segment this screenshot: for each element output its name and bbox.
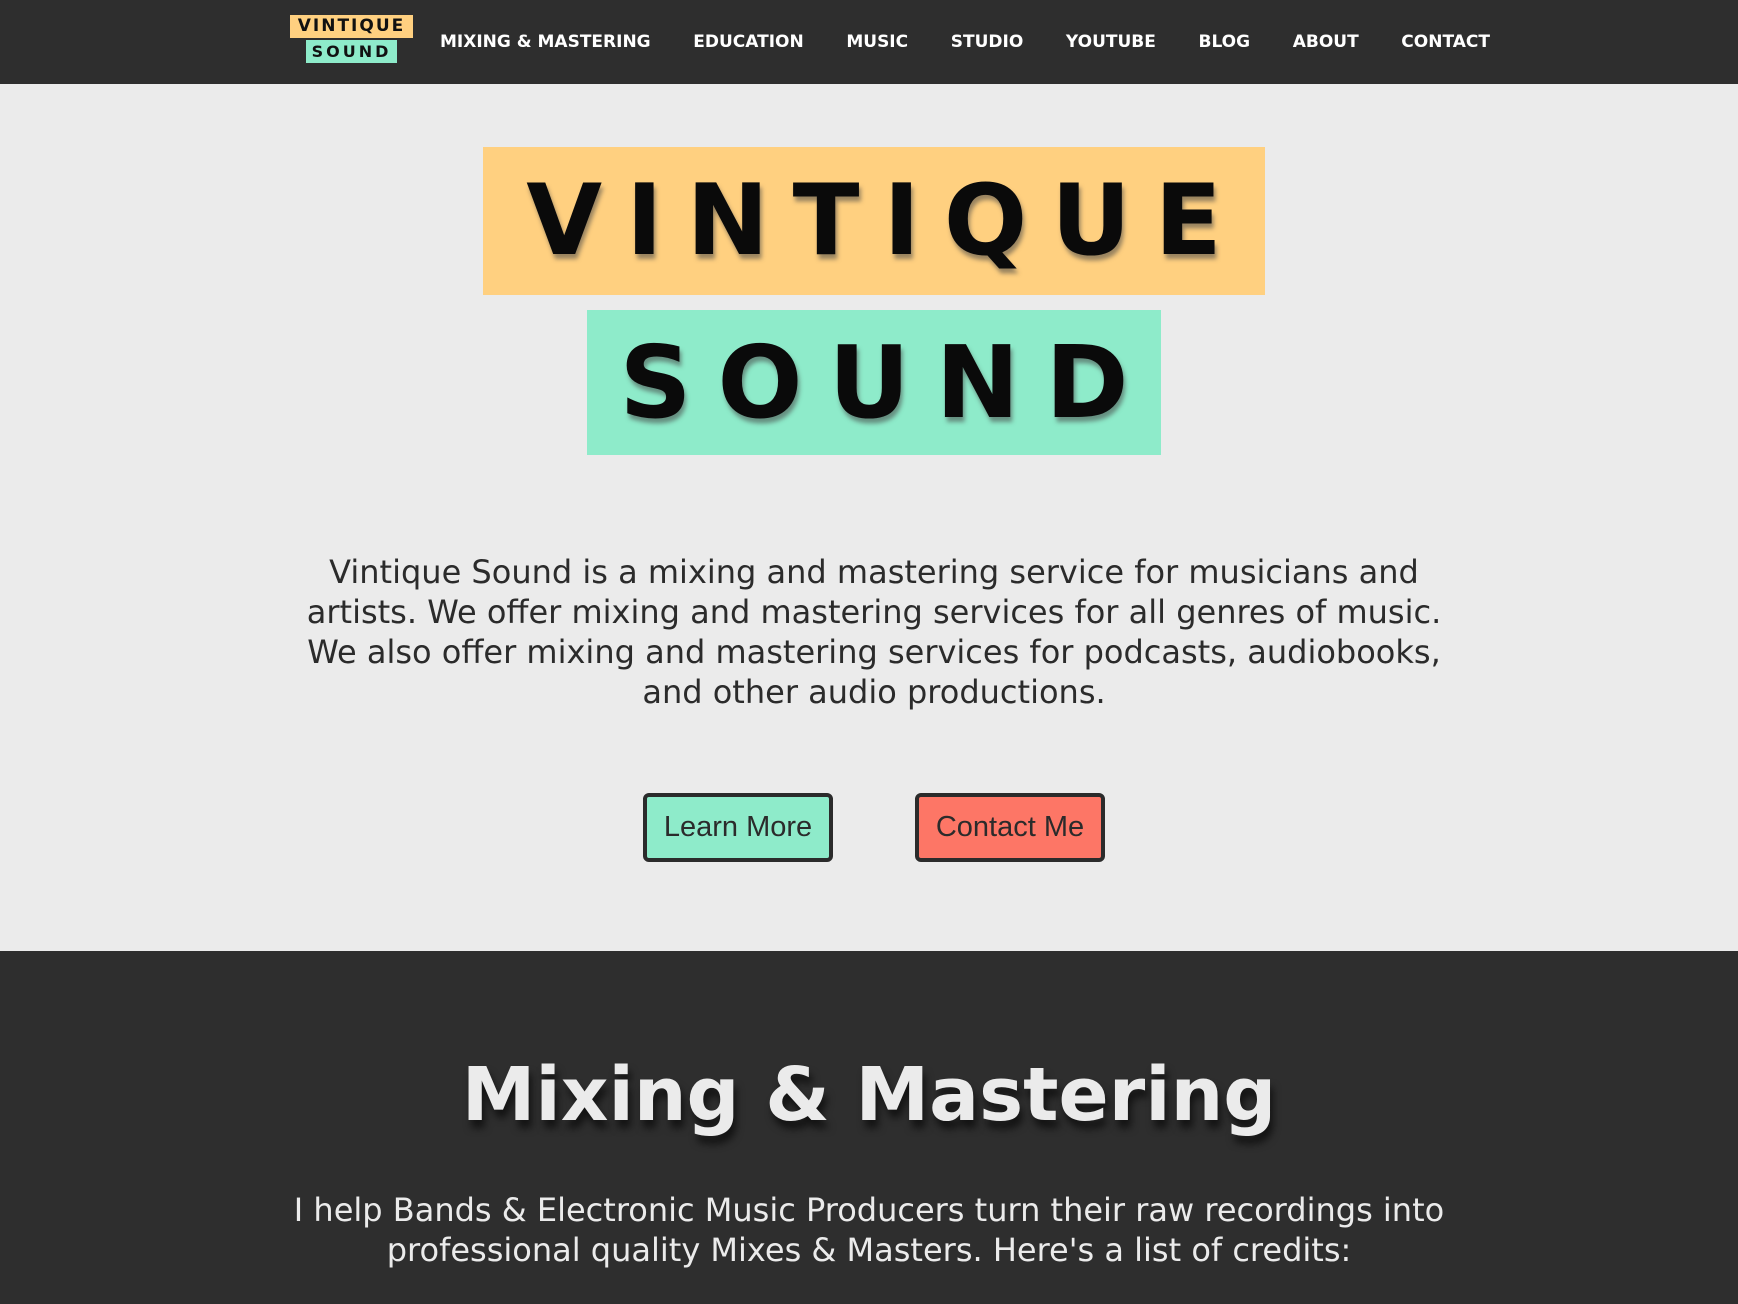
nav-link-mixing-mastering[interactable]: MIXING & MASTERING (440, 32, 651, 52)
nav-link-about[interactable]: ABOUT (1293, 32, 1359, 52)
nav-link-blog[interactable]: BLOG (1198, 32, 1250, 52)
section-description: I help Bands & Electronic Music Producer… (293, 1191, 1445, 1269)
site-logo[interactable]: VINTIQUE SOUND (290, 15, 414, 64)
nav-link-music[interactable]: MUSIC (846, 32, 908, 52)
contact-me-button[interactable]: Contact Me (915, 793, 1105, 862)
section-title: Mixing & Mastering (461, 1052, 1277, 1138)
top-navbar: VINTIQUE SOUND MIXING & MASTERING EDUCAT… (0, 0, 1738, 84)
nav-links: MIXING & MASTERING EDUCATION MUSIC STUDI… (440, 0, 1490, 84)
site-logo-bottom: SOUND (306, 40, 397, 63)
site-logo-top: VINTIQUE (290, 15, 413, 38)
hero-logo-top: VINTIQUE (483, 147, 1265, 295)
hero-logo-word-vintique: VINTIQUE (526, 164, 1246, 278)
hero-logo-word-sound: SOUND (619, 323, 1155, 441)
hero-description: Vintique Sound is a mixing and mastering… (306, 553, 1442, 711)
nav-link-contact[interactable]: CONTACT (1401, 32, 1490, 52)
nav-link-studio[interactable]: STUDIO (951, 32, 1024, 52)
nav-link-youtube[interactable]: YOUTUBE (1066, 32, 1156, 52)
nav-link-education[interactable]: EDUCATION (693, 32, 803, 52)
learn-more-button[interactable]: Learn More (643, 793, 833, 862)
hero-logo-bottom: SOUND (587, 310, 1161, 455)
